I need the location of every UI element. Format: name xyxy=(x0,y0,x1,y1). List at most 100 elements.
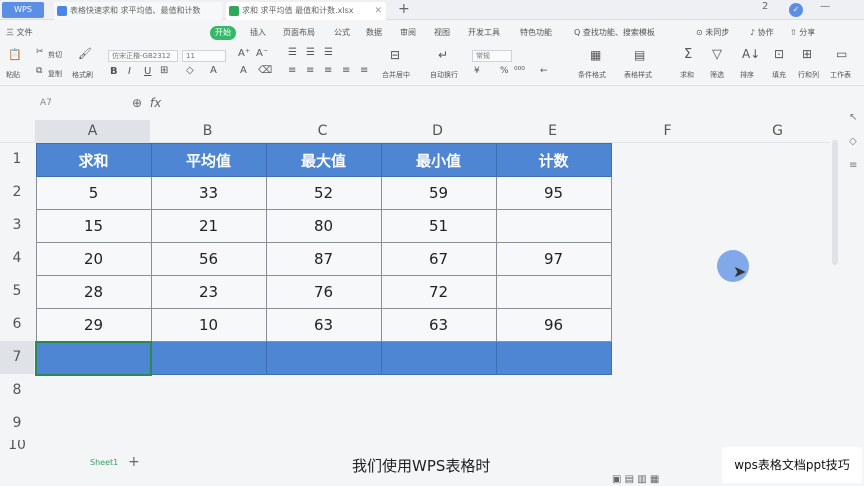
search-function-input[interactable]: Q 查找功能、搜索模板 xyxy=(574,27,655,38)
cell[interactable]: 10 xyxy=(150,308,267,342)
header-cell-max[interactable]: 最大值 xyxy=(265,143,382,177)
cell[interactable]: 80 xyxy=(265,209,382,243)
row-header-5[interactable]: 5 xyxy=(0,275,34,308)
copy-icon[interactable]: ⧉ xyxy=(36,66,42,76)
menu-developer[interactable]: 开发工具 xyxy=(468,27,500,38)
currency-icon[interactable]: ¥ xyxy=(474,66,480,76)
cell[interactable]: 29 xyxy=(35,308,152,342)
style-icon[interactable]: ◇ xyxy=(849,136,857,147)
align-center-icon[interactable]: ≡ xyxy=(306,65,314,76)
italic-icon[interactable]: I xyxy=(128,66,131,77)
cell[interactable] xyxy=(495,275,612,309)
cell[interactable]: 76 xyxy=(265,275,382,309)
header-cell-count[interactable]: 计数 xyxy=(495,143,612,177)
sort-label[interactable]: 排序 xyxy=(740,70,754,80)
menu-view[interactable]: 视图 xyxy=(434,27,450,38)
header-cell-average[interactable]: 平均值 xyxy=(150,143,267,177)
column-header-b[interactable]: B xyxy=(150,120,265,142)
cell[interactable] xyxy=(265,341,382,375)
column-header-a[interactable]: A xyxy=(35,120,150,142)
cell[interactable] xyxy=(495,341,612,375)
menu-features[interactable]: 特色功能 xyxy=(520,27,552,38)
align-right-icon[interactable]: ≡ xyxy=(324,65,332,76)
select-icon[interactable]: ↖ xyxy=(849,112,857,123)
cell[interactable]: 20 xyxy=(35,242,152,276)
cell[interactable]: 72 xyxy=(380,275,497,309)
share-button[interactable]: ⇧ 分享 xyxy=(790,27,815,38)
font-color-icon[interactable]: A xyxy=(210,65,217,76)
name-box[interactable]: A7 xyxy=(40,98,110,108)
row-header-1[interactable]: 1 xyxy=(0,143,34,176)
merge-icon[interactable]: ⊟ xyxy=(390,48,400,62)
cell[interactable]: 59 xyxy=(380,176,497,210)
conditional-format-icon[interactable]: ▦ xyxy=(590,48,601,62)
filter-icon[interactable]: ▽ xyxy=(712,47,722,62)
sum-icon[interactable]: Σ xyxy=(684,47,692,62)
table-style-label[interactable]: 表格样式 xyxy=(624,70,652,80)
cell[interactable]: 67 xyxy=(380,242,497,276)
vertical-scrollbar[interactable] xyxy=(832,140,838,265)
cell[interactable] xyxy=(150,341,267,375)
paste-icon[interactable]: 📋 xyxy=(8,48,22,61)
cell[interactable] xyxy=(380,341,497,375)
filter-label[interactable]: 筛选 xyxy=(710,70,724,80)
column-header-d[interactable]: D xyxy=(380,120,495,142)
align-bottom-icon[interactable]: ☰ xyxy=(324,47,333,58)
font-size-select[interactable]: 11 xyxy=(182,50,226,62)
format-painter-label[interactable]: 格式刷 xyxy=(72,70,93,80)
conditional-format-label[interactable]: 条件格式 xyxy=(578,70,606,80)
fill-icon[interactable]: ⊡ xyxy=(774,47,784,61)
header-cell-sum[interactable]: 求和 xyxy=(35,143,152,177)
menu-review[interactable]: 审阅 xyxy=(400,27,416,38)
menu-data[interactable]: 数据 xyxy=(366,27,382,38)
row-header-3[interactable]: 3 xyxy=(0,209,34,242)
menu-formula[interactable]: 公式 xyxy=(334,27,350,38)
row-header-9[interactable]: 9 xyxy=(0,407,34,440)
view-mode-icons[interactable]: ▣ ▤ ▥ ▦ xyxy=(612,474,659,485)
cell[interactable]: 63 xyxy=(380,308,497,342)
font-name-select[interactable]: 仿宋正楷-GB2312 xyxy=(108,50,178,62)
properties-icon[interactable]: ≡ xyxy=(849,160,857,171)
menu-page-layout[interactable]: 页面布局 xyxy=(283,27,315,38)
copy-label[interactable]: 复制 xyxy=(48,69,62,79)
worksheet-icon[interactable]: ▭ xyxy=(836,47,847,61)
cell[interactable]: 51 xyxy=(380,209,497,243)
decrease-font-icon[interactable]: A⁻ xyxy=(256,48,268,59)
justify-icon[interactable]: ≡ xyxy=(342,65,350,76)
wrap-icon[interactable]: ↵ xyxy=(438,48,448,62)
menu-insert[interactable]: 插入 xyxy=(250,27,266,38)
fx-icon[interactable]: fx xyxy=(150,96,161,110)
row-header-7[interactable]: 7 xyxy=(0,341,34,374)
cell[interactable]: 56 xyxy=(150,242,267,276)
cut-label[interactable]: 剪切 xyxy=(48,50,62,60)
menu-file[interactable]: 三 文件 xyxy=(6,27,33,38)
cell[interactable]: 52 xyxy=(265,176,382,210)
number-format-select[interactable]: 常规 xyxy=(472,50,512,62)
font-color-2-icon[interactable]: A xyxy=(240,65,247,76)
new-tab-button[interactable]: + xyxy=(398,1,410,17)
cut-icon[interactable]: ✂ xyxy=(36,47,44,57)
wrap-label[interactable]: 自动换行 xyxy=(430,70,458,80)
align-middle-icon[interactable]: ☰ xyxy=(306,47,315,58)
cell[interactable]: 95 xyxy=(495,176,612,210)
column-header-f[interactable]: F xyxy=(610,120,725,142)
zoom-icon[interactable]: ⊕ xyxy=(132,96,142,110)
cell[interactable]: 21 xyxy=(150,209,267,243)
decimal-icon[interactable]: ← xyxy=(540,66,548,76)
menu-start[interactable]: 开始 xyxy=(210,26,236,40)
row-col-label[interactable]: 行和列 xyxy=(798,70,819,80)
sync-status[interactable]: ⊙ 未同步 xyxy=(696,27,729,38)
format-painter-icon[interactable]: 🖌 xyxy=(78,47,92,60)
row-header-6[interactable]: 6 xyxy=(0,308,34,341)
cell[interactable] xyxy=(495,209,612,243)
cell[interactable]: 23 xyxy=(150,275,267,309)
column-header-c[interactable]: C xyxy=(265,120,380,142)
cell[interactable]: 97 xyxy=(495,242,612,276)
collaborate-button[interactable]: ♪ 协作 xyxy=(750,27,774,38)
fill-label[interactable]: 填充 xyxy=(772,70,786,80)
table-style-icon[interactable]: ▤ xyxy=(634,48,645,62)
shield-icon[interactable]: ✓ xyxy=(789,3,803,17)
cell[interactable]: 87 xyxy=(265,242,382,276)
clear-icon[interactable]: ⌫ xyxy=(258,65,272,76)
tab-document-2[interactable]: 求和 求平均值 最值和计数.xlsx ✕ xyxy=(226,2,386,20)
